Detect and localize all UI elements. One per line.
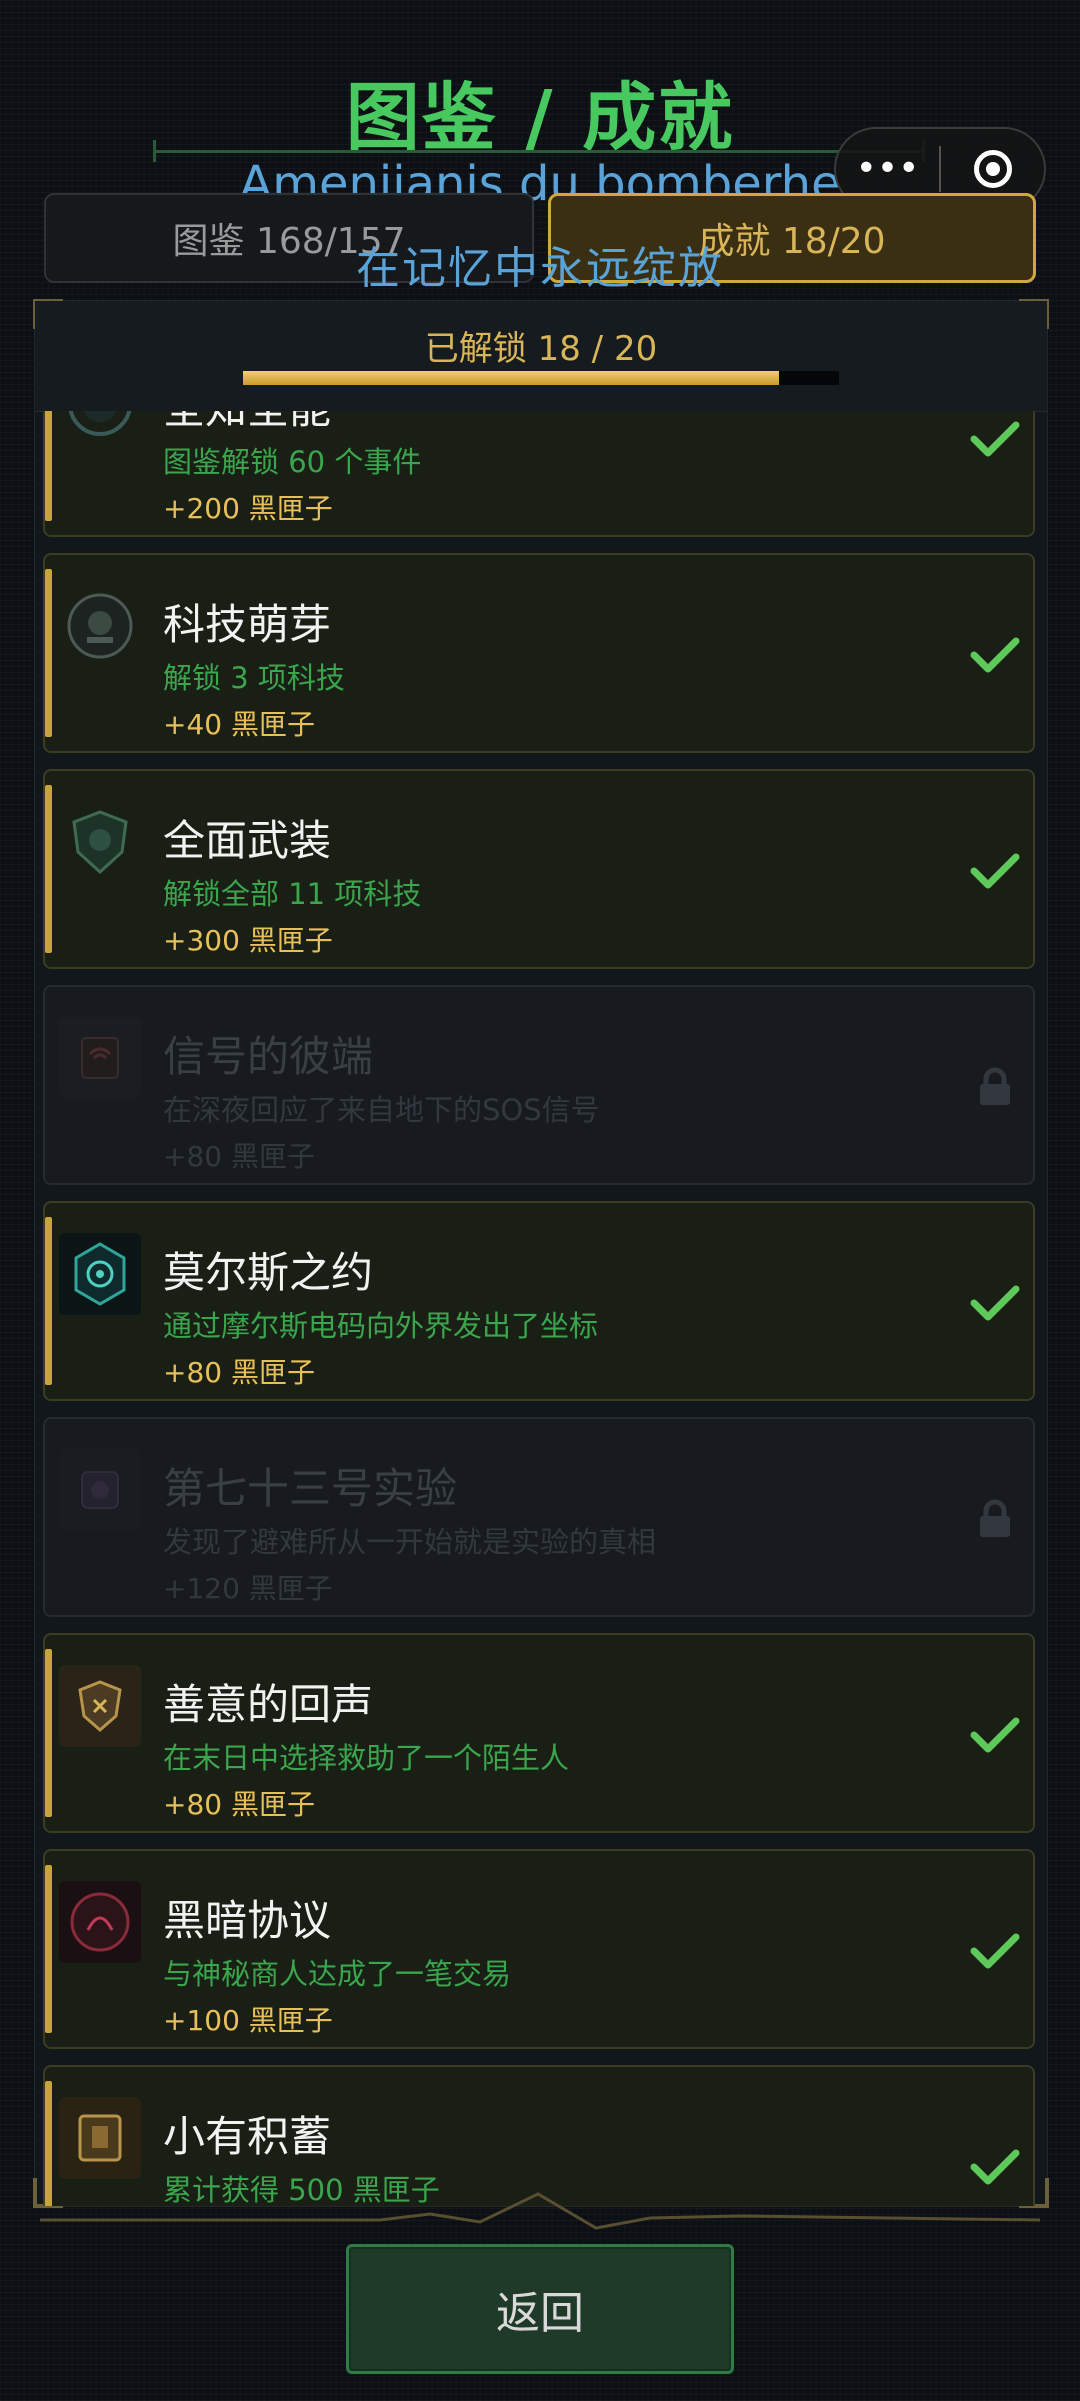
achievement-card[interactable]: 莫尔斯之约 通过摩尔斯电码向外界发出了坐标 +80 黑匣子: [43, 1201, 1035, 1401]
achievement-title: 信号的彼端: [163, 1032, 374, 1081]
achievement-desc: 发现了避难所从一开始就是实验的真相: [163, 1525, 657, 1559]
achievement-card[interactable]: 小有积蓄 累计获得 500 黑匣子: [43, 2065, 1035, 2206]
shield-badge-icon: [59, 1665, 141, 1747]
achievement-desc: 解锁全部 11 项科技: [163, 877, 422, 911]
checkmark-icon: [969, 845, 1021, 897]
achievement-desc: 与神秘商人达成了一笔交易: [163, 1957, 512, 1991]
achievement-title: 第七十三号实验: [163, 1464, 458, 1513]
achievement-card[interactable]: 黑暗协议 与神秘商人达成了一笔交易 +100 黑匣子: [43, 1849, 1035, 2049]
unlock-progress-fill: [243, 371, 780, 385]
checkmark-icon: [969, 1709, 1021, 1761]
unlock-summary: 已解锁 18 / 20: [35, 301, 1047, 412]
target-icon: [973, 150, 1012, 188]
checkmark-icon: [969, 1277, 1021, 1329]
experiment-icon: [59, 1449, 141, 1531]
achievement-reward: +40 黑匣子: [163, 708, 315, 741]
achievement-card-locked[interactable]: 信号的彼端 在深夜回应了来自地下的SOS信号 +80 黑匣子: [43, 985, 1035, 1185]
achievement-title: 莫尔斯之约: [163, 1248, 374, 1297]
compass-icon: [59, 1233, 141, 1315]
title-divider: [153, 140, 925, 162]
lock-icon: [969, 1493, 1021, 1545]
achievement-card[interactable]: 善意的回声 在末日中选择救助了一个陌生人 +80 黑匣子: [43, 1633, 1035, 1833]
shield-emblem-icon: [59, 801, 141, 883]
achievement-reward: +100 黑匣子: [163, 2004, 333, 2037]
close-miniprogram-button[interactable]: [941, 150, 1044, 188]
unlock-progress-bar: [243, 371, 839, 385]
badge-icon: [59, 411, 141, 445]
achievement-card[interactable]: 全知全能 图鉴解锁 60 个事件 +200 黑匣子: [43, 411, 1035, 537]
radio-signal-icon: [59, 1017, 141, 1099]
checkmark-icon: [969, 2141, 1021, 2193]
achievement-title: 善意的回声: [163, 1680, 374, 1729]
dark-pact-icon: [59, 1881, 141, 1963]
checkmark-icon: [969, 413, 1021, 465]
achievement-list[interactable]: 全知全能 图鉴解锁 60 个事件 +200 黑匣子 科技萌芽 解锁 3 项科技 …: [35, 411, 1047, 2206]
achievement-title: 科技萌芽: [163, 600, 332, 649]
achievement-card[interactable]: 全面武装 解锁全部 11 项科技 +300 黑匣子: [43, 769, 1035, 969]
achievement-desc: 解锁 3 项科技: [163, 661, 345, 695]
achievement-reward: +80 黑匣子: [163, 1140, 315, 1173]
achievement-desc: 通过摩尔斯电码向外界发出了坐标: [163, 1309, 599, 1343]
achievement-reward: +80 黑匣子: [163, 1788, 315, 1821]
achievement-title: 小有积蓄: [163, 2112, 332, 2161]
achievements-panel: 已解锁 18 / 20 全知全能 图鉴解锁 60 个事件 +200 黑匣子 科技…: [33, 299, 1049, 2208]
achievement-reward: +120 黑匣子: [163, 1572, 333, 1605]
achievement-title: 全知全能: [163, 411, 331, 436]
overlay-chinese-text: 在记忆中永远绽放: [356, 243, 724, 294]
lock-icon: [969, 1061, 1021, 1113]
box-icon: [59, 2097, 141, 2179]
unlock-count: 已解锁 18 / 20: [424, 329, 658, 369]
achievement-reward: +300 黑匣子: [163, 924, 333, 957]
achievement-title: 全面武装: [163, 816, 332, 865]
achievement-desc: 图鉴解锁 60 个事件: [163, 445, 422, 479]
checkmark-icon: [969, 629, 1021, 681]
gear-emblem-icon: [59, 585, 141, 667]
achievement-reward: +80 黑匣子: [163, 1356, 315, 1389]
decorative-ridge: [40, 2192, 1040, 2230]
checkmark-icon: [969, 1925, 1021, 1977]
achievement-desc: 在深夜回应了来自地下的SOS信号: [163, 1093, 600, 1127]
achievement-reward: +200 黑匣子: [163, 492, 333, 525]
back-button[interactable]: 返回: [346, 2244, 734, 2374]
achievement-title: 黑暗协议: [163, 1896, 332, 1945]
achievement-card-locked[interactable]: 第七十三号实验 发现了避难所从一开始就是实验的真相 +120 黑匣子: [43, 1417, 1035, 1617]
achievement-desc: 在末日中选择救助了一个陌生人: [163, 1741, 570, 1775]
achievement-card[interactable]: 科技萌芽 解锁 3 项科技 +40 黑匣子: [43, 553, 1035, 753]
